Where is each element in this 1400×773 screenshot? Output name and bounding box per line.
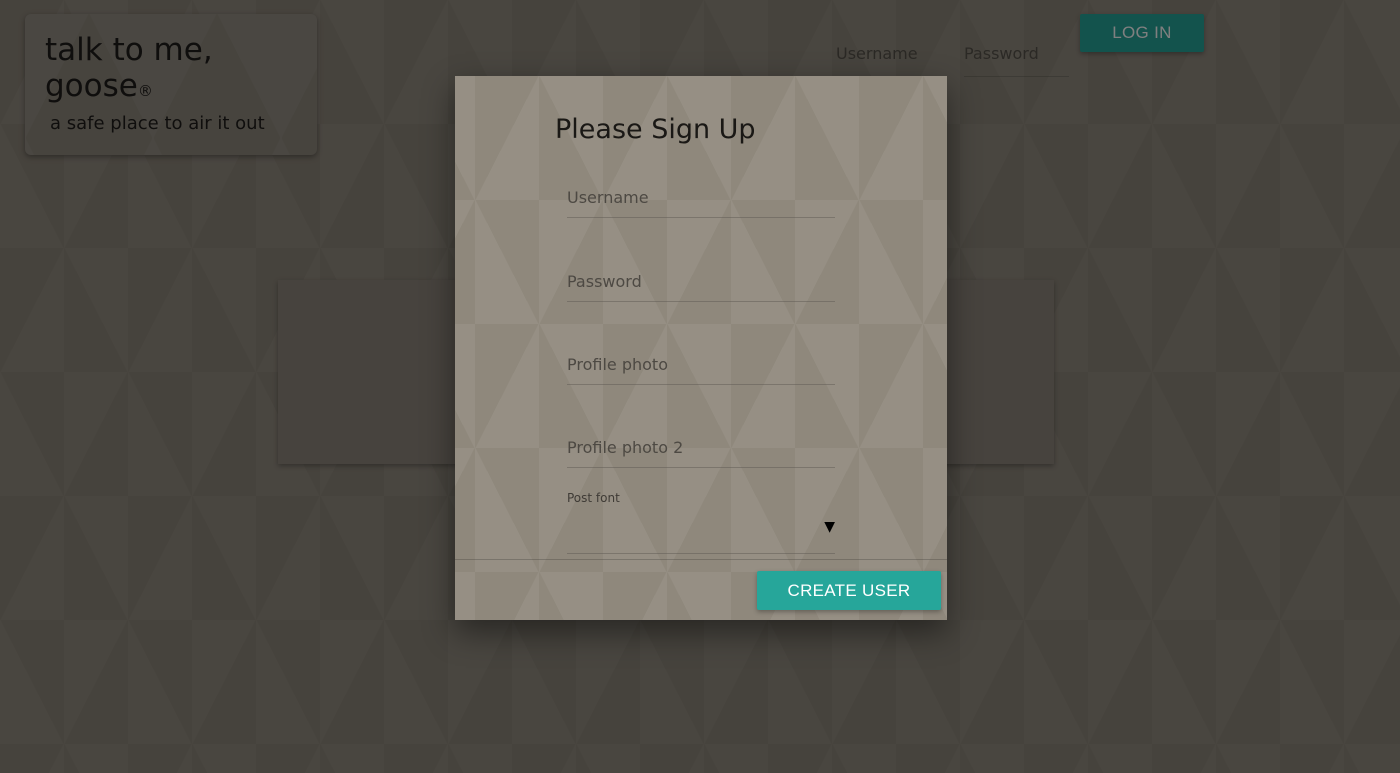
modal-footer-divider <box>455 559 947 560</box>
modal-title: Please Sign Up <box>555 114 756 145</box>
caret-down-icon: ▼ <box>824 519 835 535</box>
signup-modal: Please Sign Up Username Password Profile… <box>455 76 947 620</box>
create-user-button[interactable]: CREATE USER <box>757 571 941 610</box>
post-font-label: Post font <box>567 491 620 505</box>
profile-photo-2-input[interactable]: Profile photo 2 <box>567 434 835 468</box>
post-font-select[interactable]: ▼ <box>567 514 835 554</box>
signup-username-input[interactable]: Username <box>567 184 835 218</box>
profile-photo-input[interactable]: Profile photo <box>567 351 835 385</box>
signup-password-input[interactable]: Password <box>567 268 835 302</box>
